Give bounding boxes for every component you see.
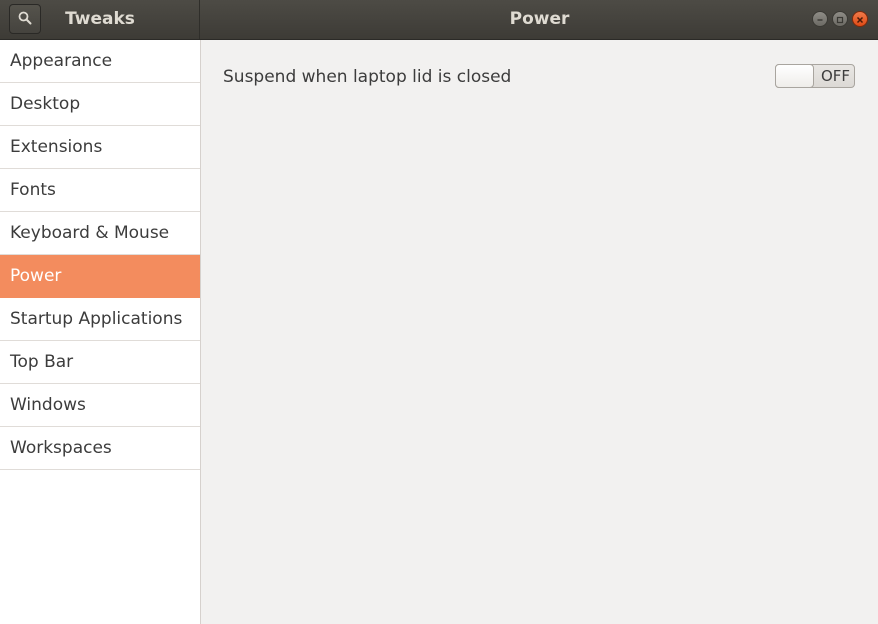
- sidebar-item-desktop[interactable]: Desktop: [0, 83, 200, 126]
- suspend-lid-toggle[interactable]: OFF: [775, 64, 855, 88]
- search-icon: [18, 10, 32, 29]
- main-content: Suspend when laptop lid is closed OFF: [201, 40, 878, 624]
- minimize-icon: [815, 10, 825, 29]
- page-title: Power: [509, 9, 570, 29]
- toggle-knob[interactable]: [775, 64, 814, 88]
- maximize-button[interactable]: [832, 11, 848, 27]
- search-button[interactable]: [9, 4, 41, 34]
- sidebar-item-appearance[interactable]: Appearance: [0, 40, 200, 83]
- sidebar-item-power[interactable]: Power: [0, 255, 200, 298]
- sidebar: Appearance Desktop Extensions Fonts Keyb…: [0, 40, 201, 624]
- setting-label-suspend-lid: Suspend when laptop lid is closed: [223, 67, 512, 87]
- header-bar: Tweaks Power: [0, 0, 878, 40]
- maximize-icon: [835, 10, 845, 29]
- window-controls: [812, 11, 868, 27]
- tweaks-window: Tweaks Power Appearance Desktop Extensio…: [0, 0, 878, 624]
- sidebar-item-windows[interactable]: Windows: [0, 384, 200, 427]
- close-button[interactable]: [852, 11, 868, 27]
- sidebar-item-startup-applications[interactable]: Startup Applications: [0, 298, 200, 341]
- toggle-state-label: OFF: [820, 67, 851, 85]
- setting-row-suspend-lid: Suspend when laptop lid is closed OFF: [223, 64, 855, 90]
- sidebar-item-fonts[interactable]: Fonts: [0, 169, 200, 212]
- minimize-button[interactable]: [812, 11, 828, 27]
- header-left-pane: Tweaks: [0, 0, 200, 39]
- app-title: Tweaks: [65, 9, 135, 29]
- sidebar-item-keyboard-mouse[interactable]: Keyboard & Mouse: [0, 212, 200, 255]
- close-icon: [855, 10, 865, 29]
- sidebar-item-top-bar[interactable]: Top Bar: [0, 341, 200, 384]
- sidebar-item-extensions[interactable]: Extensions: [0, 126, 200, 169]
- sidebar-item-workspaces[interactable]: Workspaces: [0, 427, 200, 470]
